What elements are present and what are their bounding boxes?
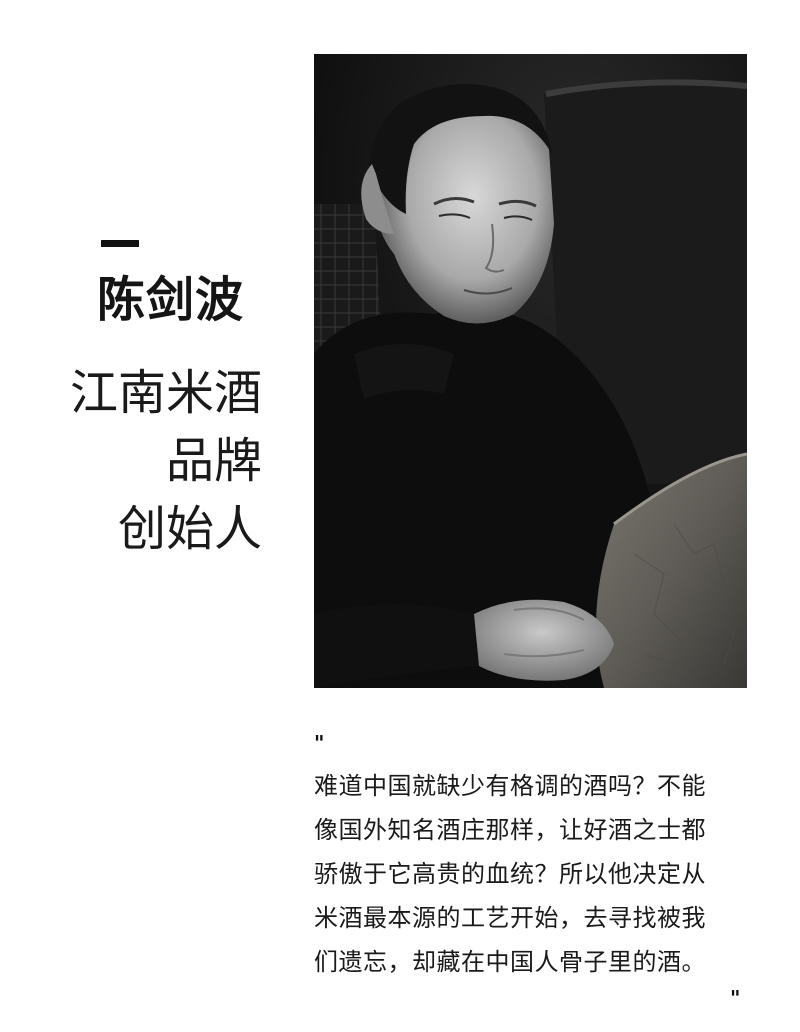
quote-text: 难道中国就缺少有格调的酒吗？不能 像国外知名酒庄那样，让好酒之士都 骄傲于它高贵… xyxy=(314,764,754,984)
title-line-brand: 江南米酒 xyxy=(69,365,262,421)
founder-portrait xyxy=(314,54,747,688)
portrait-illustration xyxy=(314,54,747,688)
quote-line: 米酒最本源的工艺开始，去寻找被我 xyxy=(314,904,706,932)
quote-open-mark: " xyxy=(314,731,325,755)
quote-line: 骄傲于它高贵的血统？所以他决定从 xyxy=(314,860,706,888)
title-line-role: 创始人 xyxy=(117,501,262,557)
quote-close-mark: " xyxy=(730,986,741,1010)
quote-line: 难道中国就缺少有格调的酒吗？不能 xyxy=(314,772,706,800)
founder-name: 陈剑波 xyxy=(97,272,245,328)
title-dash xyxy=(101,240,139,247)
quote-line: 们遗忘，却藏在中国人骨子里的酒。 xyxy=(314,948,706,976)
founder-title: 江南米酒 品牌 创始人 xyxy=(70,359,262,563)
quote-line: 像国外知名酒庄那样，让好酒之士都 xyxy=(314,816,706,844)
title-line-label: 品牌 xyxy=(165,433,262,489)
